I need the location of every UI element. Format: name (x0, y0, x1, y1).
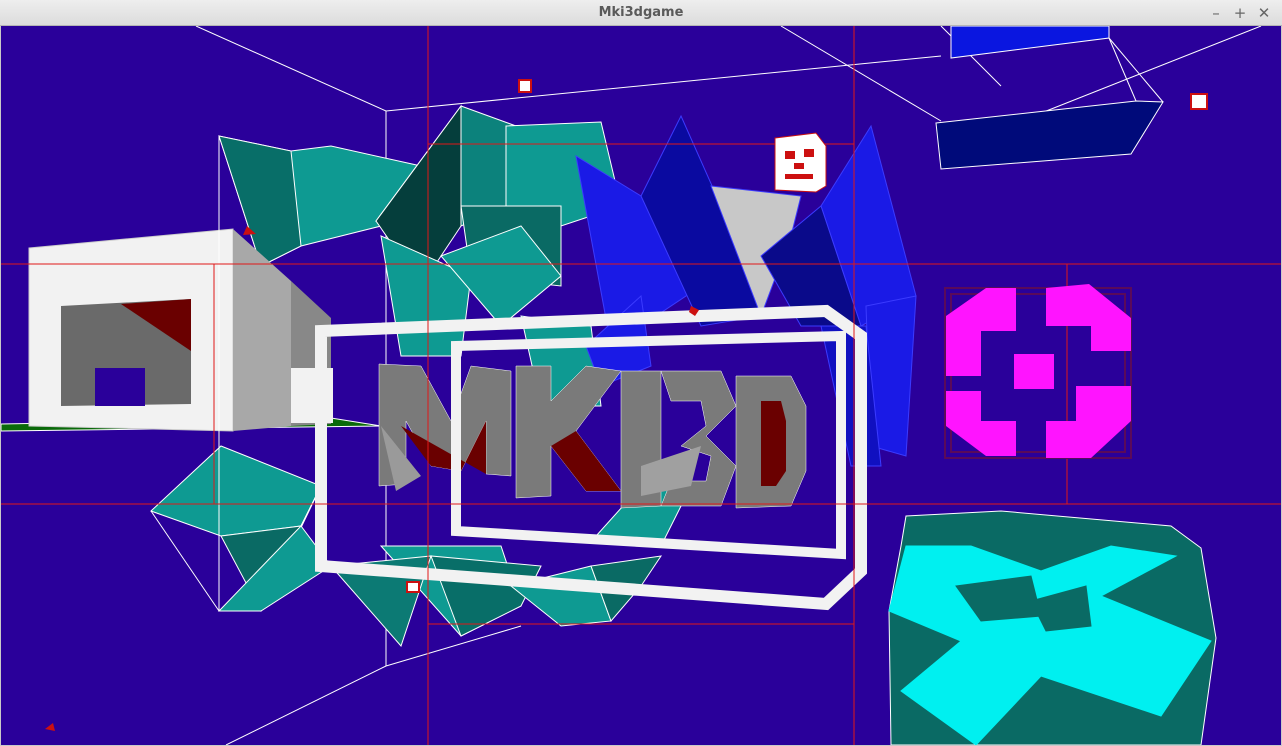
window-title: Mki3dgame (598, 5, 684, 20)
cyan-structure (888, 510, 1217, 745)
maximize-button[interactable]: + (1230, 3, 1250, 23)
scene-canvas[interactable] (1, 26, 1281, 745)
game-viewport[interactable] (1, 26, 1281, 745)
skull-cube (774, 132, 827, 193)
game-window: Mki3dgame – + ✕ (0, 0, 1282, 746)
title-bar[interactable]: Mki3dgame – + ✕ (0, 0, 1282, 26)
minimize-button[interactable]: – (1206, 3, 1226, 23)
close-button[interactable]: ✕ (1254, 3, 1274, 23)
